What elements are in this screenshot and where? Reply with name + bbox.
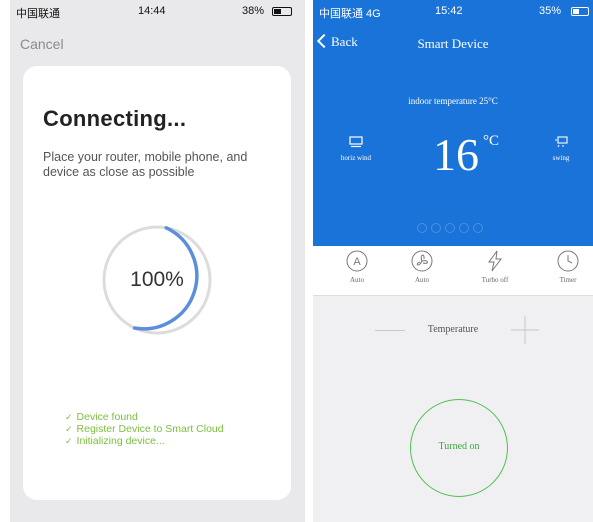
control-header: 中国联通 4G 15:42 35% Back Smart Device indo…: [313, 0, 593, 246]
fan-speed-button[interactable]: Auto: [397, 250, 447, 284]
status-bar: 中国联通 4G 15:42 35%: [313, 0, 593, 22]
increase-temperature-button[interactable]: [511, 316, 539, 344]
swing-icon: [555, 136, 568, 148]
set-temperature: 16: [433, 129, 479, 180]
status-bar: 中国联通 14:44 38%: [10, 0, 305, 22]
instruction-text: Place your router, mobile phone, and dev…: [43, 150, 248, 179]
indoor-temperature: indoor temperature 25°C: [408, 96, 498, 106]
page-title: Smart Device: [417, 36, 489, 51]
temperature-control: Temperature: [313, 316, 593, 346]
temperature-label: Temperature: [427, 324, 479, 335]
moon-icon: [417, 223, 427, 233]
lightning-icon: [488, 250, 502, 272]
fan-icon: [411, 250, 433, 272]
connecting-screen: 中国联通 14:44 38% Cancel Connecting... Plac…: [10, 0, 305, 522]
temperature-unit: °C: [483, 133, 500, 149]
smart-device-screen: 中国联通 4G 15:42 35% Back Smart Device indo…: [313, 0, 593, 522]
control-toolbar: A Auto Auto Turbo off Timer: [313, 246, 593, 296]
battery-icon: [571, 7, 589, 16]
display-icon: [459, 223, 469, 233]
step-item: ✓ Initializing device...: [65, 435, 165, 447]
carrier: 中国联通: [16, 8, 60, 20]
check-icon: ✓: [65, 412, 73, 422]
timer-button[interactable]: Timer: [543, 250, 593, 284]
power-button[interactable]: Turned on: [410, 399, 508, 497]
connection-card: Connecting... Place your router, mobile …: [23, 66, 291, 500]
battery-percent: 38%: [242, 5, 265, 17]
clock-icon: [557, 250, 579, 272]
step-list: ✓ Device found ✓ Register Device to Smart …: [65, 411, 224, 447]
swing-button[interactable]: swing: [541, 136, 581, 162]
step-item: ✓ Device found: [65, 411, 138, 423]
sound-icon: [445, 223, 455, 233]
horizontal-wind-icon: [349, 136, 363, 148]
svg-text:A: A: [353, 256, 361, 268]
battery-percent: 35%: [539, 5, 562, 17]
carrier: 中国联通 4G: [319, 8, 381, 20]
check-icon: ✓: [65, 436, 73, 446]
step-item: ✓ Register Device to Smart Cloud: [65, 423, 224, 435]
progress-percent: 100%: [130, 268, 184, 291]
battery-icon: [272, 7, 292, 16]
page-title: Connecting...: [43, 106, 187, 131]
auto-mode-icon: A: [346, 250, 368, 272]
clock: 15:42: [435, 5, 463, 17]
horiz-wind-button[interactable]: horiz wind: [331, 136, 381, 162]
heat-icon: [473, 223, 483, 233]
cancel-button[interactable]: Cancel: [20, 36, 64, 52]
mode-indicators: [417, 220, 497, 233]
turbo-button[interactable]: Turbo off: [470, 250, 520, 284]
clock: 14:44: [138, 5, 166, 17]
mode-auto-button[interactable]: A Auto: [332, 250, 382, 284]
leaf-icon: [431, 223, 441, 233]
check-icon: ✓: [65, 424, 73, 434]
